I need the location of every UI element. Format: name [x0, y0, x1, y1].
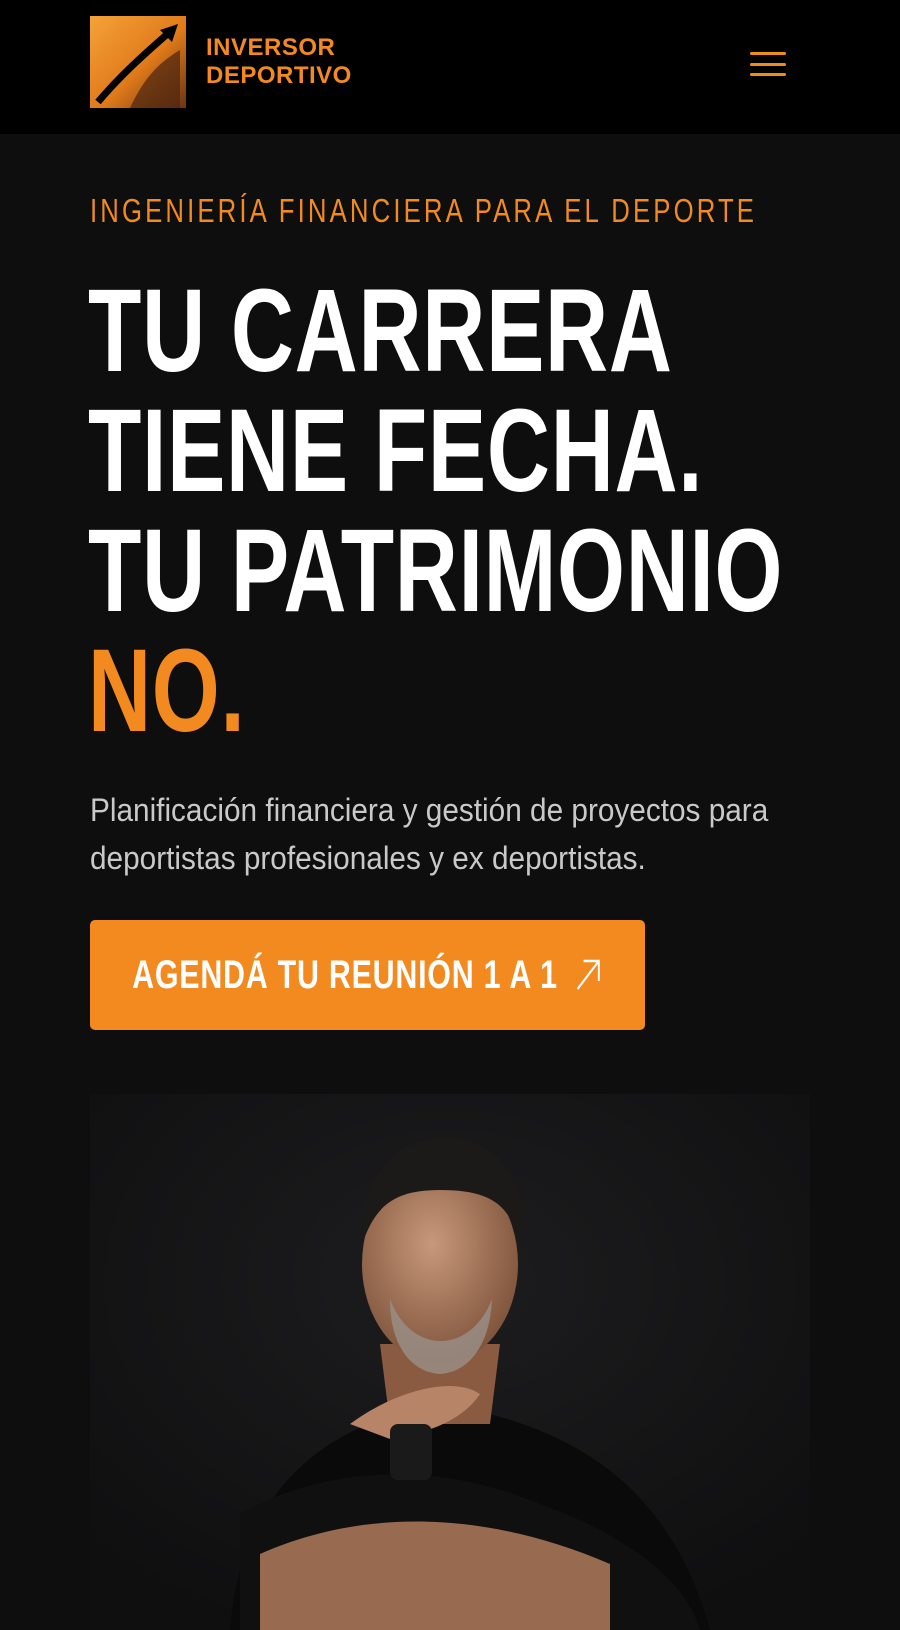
founder-portrait-photo: [90, 1094, 810, 1630]
hero-subtitle: Planificación financiera y gestión de pr…: [90, 792, 769, 876]
site-header: INVERSOR DEPORTIVO: [0, 0, 900, 134]
hero-headline: TU CARRERA TIENE FECHA. TU PATRIMONIO NO…: [88, 265, 784, 757]
headline-line-2: TIENE FECHA.: [88, 385, 704, 517]
portrait-illustration: [90, 1094, 810, 1630]
menu-bar: [750, 73, 786, 76]
headline-accent: NO.: [88, 625, 246, 757]
logo-mark-icon: [90, 16, 186, 108]
brand-logo[interactable]: INVERSOR DEPORTIVO: [90, 16, 352, 108]
arrow-up-right-icon: [577, 959, 601, 990]
menu-bar: [750, 52, 786, 55]
book-meeting-button[interactable]: AGENDÁ TU REUNIÓN 1 A 1: [90, 920, 645, 1030]
menu-bar: [750, 62, 786, 66]
headline-line-3: TU PATRIMONIO: [88, 505, 784, 637]
logo-line-1: INVERSOR: [206, 34, 336, 61]
hero-eyebrow: INGENIERÍA FINANCIERA PARA EL DEPORTE: [90, 192, 758, 229]
headline-line-1: TU CARRERA: [88, 265, 673, 397]
hamburger-menu-icon[interactable]: [748, 48, 788, 80]
logo-wordmark: INVERSOR DEPORTIVO: [206, 34, 352, 90]
cta-content: AGENDÁ TU REUNIÓN 1 A 1: [133, 953, 603, 998]
cta-label: AGENDÁ TU REUNIÓN 1 A 1: [132, 952, 559, 997]
logo-line-2: DEPORTIVO: [206, 62, 352, 89]
